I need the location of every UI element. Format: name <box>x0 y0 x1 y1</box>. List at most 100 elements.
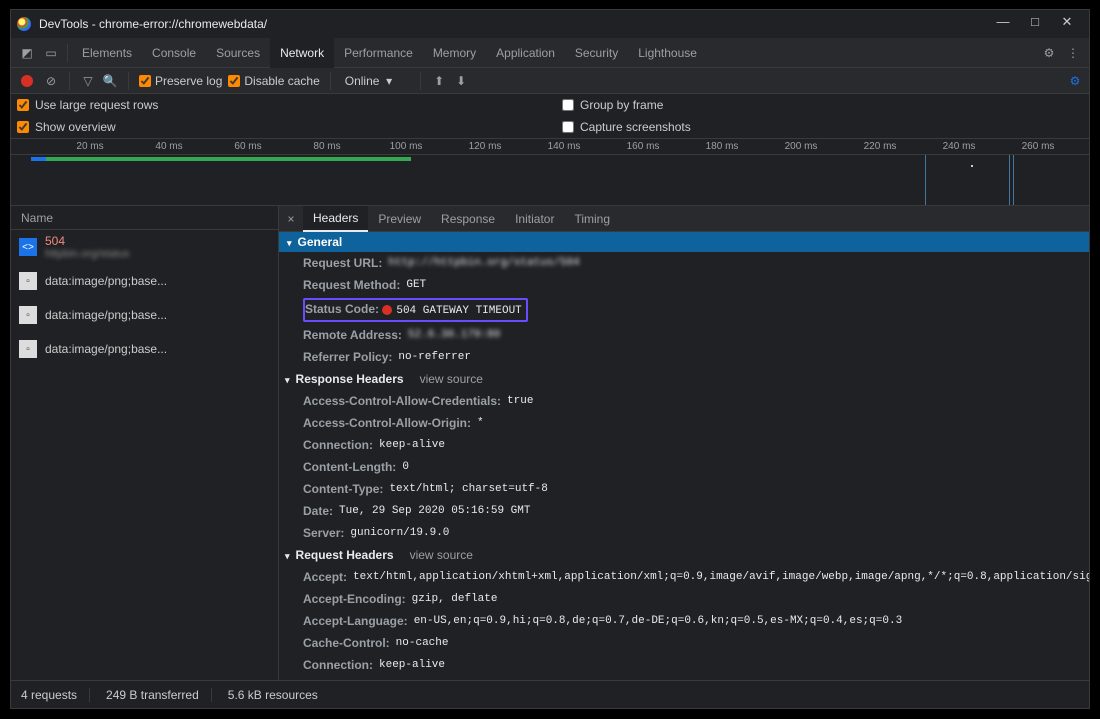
use-large-rows-checkbox[interactable] <box>17 99 29 111</box>
preserve-log-checkbox[interactable]: Preserve log <box>139 74 222 88</box>
chrome-icon <box>17 17 31 31</box>
tab-preview[interactable]: Preview <box>368 206 431 232</box>
tab-response[interactable]: Response <box>431 206 505 232</box>
status-transferred: 249 B transferred <box>106 688 212 702</box>
view-source-link[interactable]: view source <box>420 372 483 386</box>
tab-lighthouse[interactable]: Lighthouse <box>628 38 707 68</box>
ruler-tick: 200 ms <box>785 141 818 152</box>
upload-icon[interactable]: ⬆ <box>431 74 447 88</box>
request-method-value: GET <box>406 276 426 294</box>
section-general[interactable]: General <box>279 232 1089 252</box>
tab-network[interactable]: Network <box>270 38 334 68</box>
download-icon[interactable]: ⬇ <box>453 74 469 88</box>
header-value: en-US,en;q=0.9,hi;q=0.8,de;q=0.7,de-DE;q… <box>414 612 902 630</box>
group-by-frame-label: Group by frame <box>580 98 663 112</box>
header-key: Date: <box>303 502 333 520</box>
header-key: Content-Length: <box>303 458 396 476</box>
tab-performance[interactable]: Performance <box>334 38 423 68</box>
header-value: no-cache <box>396 634 449 652</box>
tab-console[interactable]: Console <box>142 38 206 68</box>
tab-sources[interactable]: Sources <box>206 38 270 68</box>
section-response-headers[interactable]: Response Headersview source <box>279 368 1089 390</box>
window-title: DevTools - chrome-error://chromewebdata/ <box>39 17 987 31</box>
header-key: Accept-Encoding: <box>303 590 406 608</box>
throttling-select[interactable]: Online ▾ <box>341 72 410 90</box>
panel-tabbar: ◩ ▭ Elements Console Sources Network Per… <box>11 38 1089 68</box>
header-key: Access-Control-Allow-Credentials: <box>303 392 501 410</box>
network-settings-icon[interactable]: ⚙ <box>1067 74 1083 88</box>
statusbar: 4 requests 249 B transferred 5.6 kB reso… <box>11 680 1089 708</box>
show-overview-label: Show overview <box>35 120 116 134</box>
request-method-key: Request Method: <box>303 276 400 294</box>
header-key: Accept-Language: <box>303 612 408 630</box>
search-icon[interactable]: 🔍 <box>102 74 118 88</box>
view-source-link[interactable]: view source <box>410 548 473 562</box>
request-name: data:image/png;base... <box>45 308 167 322</box>
ruler-tick: 240 ms <box>943 141 976 152</box>
header-key: Server: <box>303 524 344 542</box>
tab-headers[interactable]: Headers <box>303 206 368 232</box>
device-icon[interactable]: ▭ <box>39 41 63 65</box>
options-row-1: Use large request rows Group by frame <box>11 94 1089 116</box>
header-key: Access-Control-Allow-Origin: <box>303 414 471 432</box>
request-list-header[interactable]: Name <box>11 206 278 230</box>
ruler-tick: 180 ms <box>706 141 739 152</box>
status-code-key: Status Code: <box>305 302 379 316</box>
clear-icon[interactable]: ⊘ <box>43 74 59 88</box>
ruler-tick: 160 ms <box>627 141 660 152</box>
tab-application[interactable]: Application <box>486 38 565 68</box>
header-value: true <box>507 392 533 410</box>
close-button[interactable]: ✕ <box>1051 14 1083 34</box>
remote-address-value: 52.6.30.179:80 <box>408 326 500 344</box>
remote-address-key: Remote Address: <box>303 326 402 344</box>
tab-initiator[interactable]: Initiator <box>505 206 564 232</box>
record-button[interactable] <box>21 75 33 87</box>
options-row-2: Show overview Capture screenshots <box>11 116 1089 138</box>
capture-screenshots-checkbox[interactable] <box>562 121 574 133</box>
status-code-value: 504 GATEWAY TIMEOUT <box>396 305 521 317</box>
request-url-value: http://httpbin.org/status/504 <box>388 254 579 272</box>
ruler-tick: 60 ms <box>234 141 261 152</box>
header-value: text/html,application/xhtml+xml,applicat… <box>353 568 1089 586</box>
file-type-icon: ▫ <box>19 306 37 324</box>
ruler-tick: 220 ms <box>864 141 897 152</box>
header-value: gzip, deflate <box>412 590 498 608</box>
maximize-button[interactable]: □ <box>1019 14 1051 34</box>
section-request-headers[interactable]: Request Headersview source <box>279 544 1089 566</box>
tab-security[interactable]: Security <box>565 38 628 68</box>
disable-cache-checkbox[interactable]: Disable cache <box>228 74 319 88</box>
tab-elements[interactable]: Elements <box>72 38 142 68</box>
show-overview-checkbox[interactable] <box>17 121 29 133</box>
header-value: gunicorn/19.9.0 <box>350 524 449 542</box>
header-value: keep-alive <box>379 656 445 674</box>
request-row[interactable]: ▫data:image/png;base... <box>11 332 278 366</box>
detail-tabbar: × Headers Preview Response Initiator Tim… <box>279 206 1089 232</box>
minimize-button[interactable]: — <box>987 14 1019 34</box>
use-large-rows-label: Use large request rows <box>35 98 158 112</box>
tab-timing[interactable]: Timing <box>564 206 620 232</box>
request-name: 504 <box>45 234 129 248</box>
header-key: Connection: <box>303 436 373 454</box>
request-row[interactable]: ▫ data:image/png;base... <box>11 298 278 332</box>
titlebar: DevTools - chrome-error://chromewebdata/… <box>11 10 1089 38</box>
referrer-policy-key: Referrer Policy: <box>303 348 392 366</box>
ruler-tick: 40 ms <box>155 141 182 152</box>
ruler-tick: 140 ms <box>548 141 581 152</box>
header-value: Tue, 29 Sep 2020 05:16:59 GMT <box>339 502 530 520</box>
ruler-tick: 260 ms <box>1022 141 1055 152</box>
header-value: * <box>477 414 484 432</box>
request-row[interactable]: <>504httpbin.org/status <box>11 230 278 264</box>
filter-icon[interactable]: ▽ <box>80 74 96 88</box>
detail-close-icon[interactable]: × <box>279 212 303 226</box>
settings-icon[interactable]: ⚙ <box>1037 41 1061 65</box>
file-type-icon: ▫ <box>19 340 37 358</box>
header-value: text/html; charset=utf-8 <box>389 480 547 498</box>
request-row[interactable]: ▫data:image/png;base... <box>11 264 278 298</box>
more-icon[interactable]: ⋮ <box>1061 41 1085 65</box>
inspect-icon[interactable]: ◩ <box>15 41 39 65</box>
timeline-overview[interactable]: 20 ms40 ms60 ms80 ms100 ms120 ms140 ms16… <box>11 138 1089 206</box>
tab-memory[interactable]: Memory <box>423 38 486 68</box>
group-by-frame-checkbox[interactable] <box>562 99 574 111</box>
header-key: Content-Type: <box>303 480 383 498</box>
status-code-highlight: Status Code: 504 GATEWAY TIMEOUT <box>303 298 528 322</box>
